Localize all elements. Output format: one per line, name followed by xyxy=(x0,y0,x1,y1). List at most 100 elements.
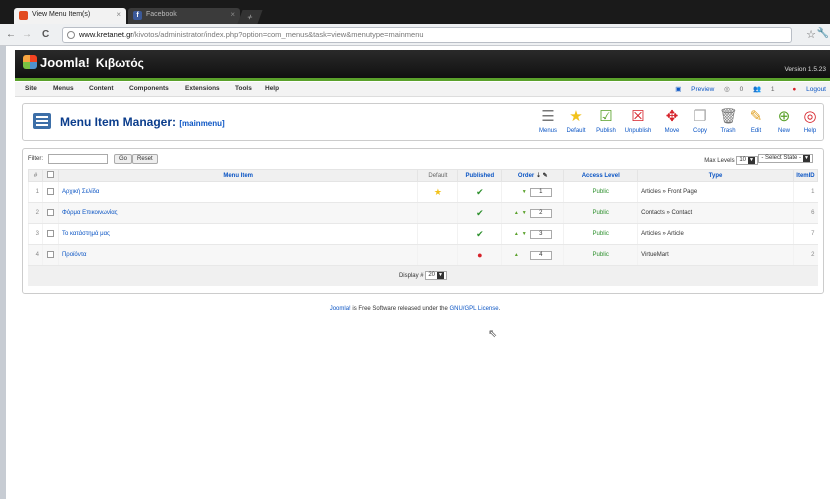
tab-title: Facebook xyxy=(146,11,177,18)
row-checkbox[interactable] xyxy=(46,250,54,258)
users-count: 👥 1 xyxy=(753,86,775,93)
unpublished-icon[interactable]: ● xyxy=(477,250,482,260)
itemid-cell: 6 xyxy=(792,202,818,224)
col-published[interactable]: Published xyxy=(457,169,503,182)
back-icon[interactable]: ← xyxy=(6,29,16,40)
publish-button[interactable]: ☑ Publish xyxy=(591,108,621,134)
access-level-link[interactable]: Public xyxy=(593,189,609,195)
row-checkbox-cell xyxy=(41,181,59,203)
url-field[interactable]: www.kretanet.gr/kivotos/administrator/in… xyxy=(62,27,792,43)
display-select[interactable]: 20 ▼ xyxy=(425,271,448,280)
access-cell: Public xyxy=(563,202,638,224)
col-itemid[interactable]: ItemID xyxy=(792,169,819,182)
help-button[interactable]: ◎ Help xyxy=(795,108,825,134)
row-checkbox[interactable] xyxy=(46,208,54,216)
state-select[interactable]: - Select State - ▼ xyxy=(758,154,813,163)
bookmark-star-icon[interactable]: ☆ xyxy=(806,28,816,41)
chevron-down-icon: ▼ xyxy=(748,157,755,164)
menu-item-link[interactable]: Φόρμα Επικοινωνίας xyxy=(62,210,118,216)
default-star-icon[interactable]: ★ xyxy=(434,187,442,197)
row-checkbox-cell xyxy=(41,244,59,266)
trash-button[interactable]: 🗑 Trash xyxy=(713,108,743,134)
col-access[interactable]: Access Level xyxy=(563,169,639,182)
row-checkbox-cell xyxy=(41,223,59,245)
menu-item-link[interactable]: Προϊόντα xyxy=(62,252,87,258)
move-up-icon[interactable]: ▲ xyxy=(514,252,519,258)
tab-title: View Menu Item(s) xyxy=(32,11,91,18)
order-input[interactable]: 1 xyxy=(529,187,552,197)
move-label: Move xyxy=(664,128,680,134)
published-check-icon[interactable]: ✔ xyxy=(476,187,484,197)
move-down-icon[interactable]: ▼ xyxy=(522,189,527,195)
page-footer: Joomla! is Free Software released under … xyxy=(0,306,830,312)
menu-site[interactable]: Site xyxy=(25,85,37,92)
menu-items-panel: Filter: Go Reset Max Levels 10 ▼ - Select… xyxy=(22,148,824,294)
order-input[interactable]: 3 xyxy=(529,229,552,239)
filter-input[interactable] xyxy=(48,154,108,164)
row-number: 1 xyxy=(28,181,43,203)
page-subtitle: [mainmenu] xyxy=(179,119,225,128)
url-path: /kivotos/administrator/index.php?option=… xyxy=(132,30,424,39)
menu-tools[interactable]: Tools xyxy=(235,85,252,92)
col-order[interactable]: Order ⇣ ✎ xyxy=(501,169,565,182)
check-all-checkbox[interactable] xyxy=(46,171,54,178)
joomla-link[interactable]: Joomla! xyxy=(330,306,351,312)
access-level-link[interactable]: Public xyxy=(593,252,609,258)
published-cell: ✔ xyxy=(457,223,502,245)
row-checkbox[interactable] xyxy=(46,229,54,237)
menu-item-link[interactable]: Αρχική Σελίδα xyxy=(62,189,99,195)
menu-content[interactable]: Content xyxy=(89,85,114,92)
close-tab-icon[interactable]: × xyxy=(230,10,235,19)
row-number: 4 xyxy=(28,244,43,266)
move-down-icon[interactable]: ▼ xyxy=(522,231,527,237)
order-input[interactable]: 2 xyxy=(529,208,552,218)
new-tab-button[interactable]: + xyxy=(237,10,263,24)
published-cell: ✔ xyxy=(457,202,502,224)
move-button[interactable]: ✥ Move xyxy=(657,108,687,134)
move-down-icon[interactable]: ▼ xyxy=(522,210,527,216)
col-default: Default xyxy=(417,169,459,182)
forward-icon[interactable]: → xyxy=(22,29,32,40)
menus-label: Menus xyxy=(538,128,557,134)
published-check-icon[interactable]: ✔ xyxy=(476,229,484,239)
reload-icon[interactable]: C xyxy=(42,29,49,40)
unpublish-button[interactable]: ☒ Unpublish xyxy=(623,108,653,134)
menu-menus[interactable]: Menus xyxy=(53,85,74,92)
preview-link[interactable]: ▣ Preview xyxy=(675,86,714,93)
copy-button[interactable]: ❐ Copy xyxy=(685,108,715,134)
reset-button[interactable]: Reset xyxy=(132,154,158,164)
default-cell xyxy=(417,244,458,266)
license-link[interactable]: GNU/GPL License xyxy=(449,306,498,312)
order-input[interactable]: 4 xyxy=(529,250,552,260)
published-check-icon[interactable]: ✔ xyxy=(476,208,484,218)
tab-view-menu-items[interactable]: View Menu Item(s) × xyxy=(14,8,126,24)
move-up-icon[interactable]: ▲ xyxy=(514,210,519,216)
default-button[interactable]: ★ Default xyxy=(561,108,591,134)
go-button[interactable]: Go xyxy=(114,154,133,164)
menus-button[interactable]: ☰ Menus xyxy=(533,108,563,134)
access-level-link[interactable]: Public xyxy=(593,210,609,216)
move-up-icon[interactable]: ▲ xyxy=(514,231,519,237)
access-level-link[interactable]: Public xyxy=(593,231,609,237)
row-checkbox-cell xyxy=(41,202,59,224)
messages-count[interactable]: ◎ 0 xyxy=(724,86,743,93)
page-title: Menu Item Manager: [mainmenu] xyxy=(33,113,225,129)
tab-facebook[interactable]: f Facebook × xyxy=(128,8,240,24)
header-divider xyxy=(15,78,830,81)
menu-item-link[interactable]: Το κατάστημά μας xyxy=(62,231,110,237)
menu-help[interactable]: Help xyxy=(265,85,279,92)
edit-button[interactable]: ✎ Edit xyxy=(741,108,771,134)
max-levels-select[interactable]: 10 ▼ xyxy=(736,156,758,165)
copy-icon: ❐ xyxy=(693,108,707,125)
table-row: 3 Το κατάστημά μας ✔ ▲ ▼ 3 Public Articles » Ar… xyxy=(28,223,818,245)
row-checkbox[interactable] xyxy=(46,187,54,195)
logout-link[interactable]: ● Logout xyxy=(784,86,826,93)
menu-extensions[interactable]: Extensions xyxy=(185,85,220,92)
save-order-icon[interactable]: ⇣ ✎ xyxy=(536,173,548,179)
col-menu-item[interactable]: Menu Item xyxy=(57,169,419,182)
wrench-icon[interactable]: 🔧 xyxy=(817,28,829,39)
type-cell: Articles » Front Page xyxy=(637,181,794,203)
close-tab-icon[interactable]: × xyxy=(116,10,121,19)
col-type[interactable]: Type xyxy=(637,169,794,182)
menu-components[interactable]: Components xyxy=(129,85,169,92)
